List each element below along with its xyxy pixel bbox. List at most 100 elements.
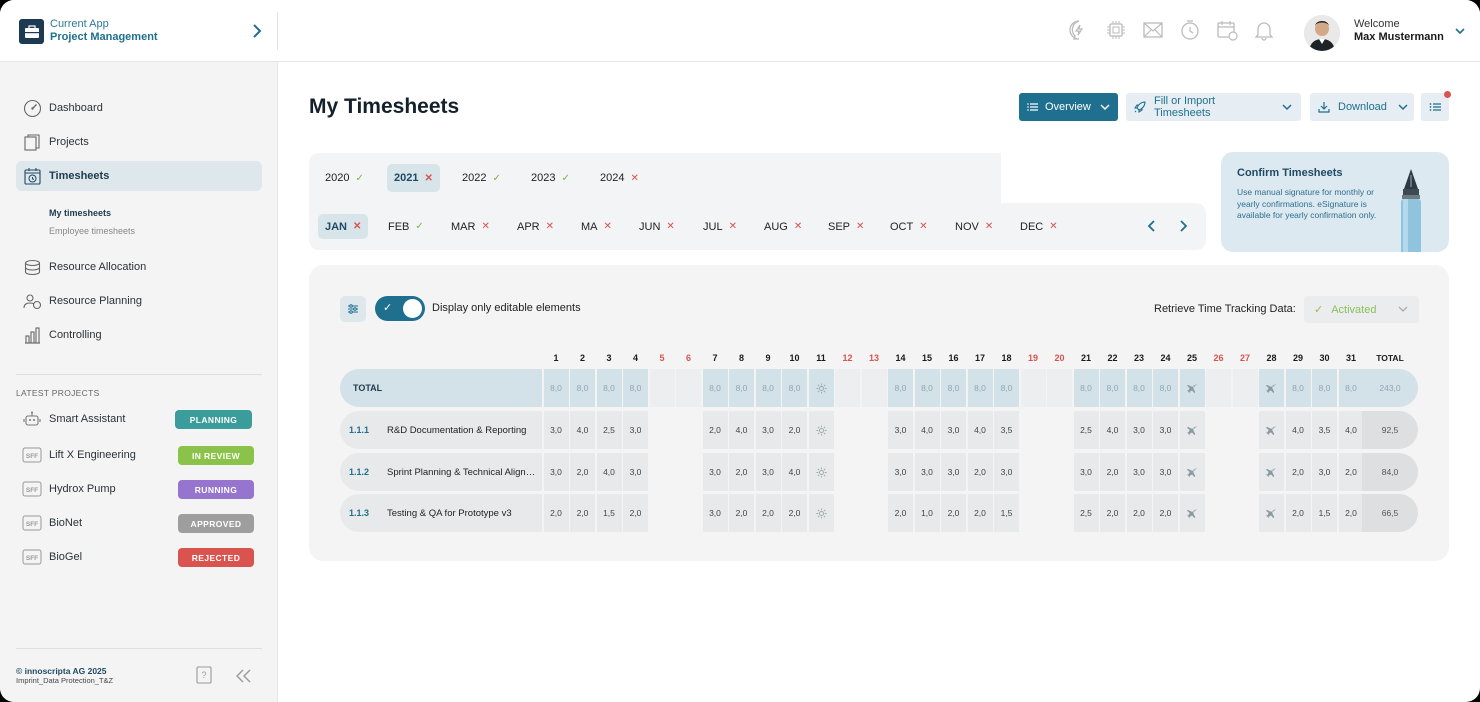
hours-cell[interactable]: 2,0 [1126, 494, 1152, 532]
hours-cell[interactable]: 3,0 [888, 453, 913, 491]
hours-cell[interactable]: 3,0 [623, 453, 648, 491]
hours-cell[interactable]: 4,0 [914, 411, 940, 449]
hours-cell[interactable]: 2,0 [1100, 494, 1125, 532]
filter-sliders-button[interactable] [340, 296, 366, 322]
retrieve-select[interactable]: ✓ Activated [1304, 296, 1419, 323]
hours-cell[interactable]: 1,5 [994, 494, 1019, 532]
month-chip-jul[interactable]: JUL ✕ [696, 214, 744, 239]
chat-bolt-icon[interactable] [1068, 19, 1090, 41]
hours-cell[interactable]: 2,0 [755, 494, 781, 532]
vacation-plane-icon[interactable] [1179, 494, 1205, 532]
hours-cell[interactable]: 4,0 [1338, 411, 1364, 449]
vacation-plane-icon[interactable] [1179, 411, 1205, 449]
hours-cell[interactable]: 3,0 [543, 453, 569, 491]
hours-cell[interactable]: 3,0 [941, 411, 966, 449]
month-chip-feb[interactable]: FEB ✓ [381, 214, 431, 239]
hours-cell[interactable]: 2,0 [1153, 494, 1178, 532]
month-chip-sep[interactable]: SEP ✕ [821, 214, 871, 239]
hours-cell[interactable]: 2,0 [1338, 494, 1364, 532]
hours-cell[interactable]: 4,0 [596, 453, 622, 491]
sidebar-item-controlling[interactable]: Controlling [16, 320, 262, 350]
vacation-plane-icon[interactable] [1259, 494, 1284, 532]
month-chip-jun[interactable]: JUN ✕ [632, 214, 682, 239]
hours-cell[interactable]: 2,0 [1100, 453, 1125, 491]
month-chip-nov[interactable]: NOV ✕ [948, 214, 1000, 239]
hours-cell[interactable]: 1,5 [1312, 494, 1337, 532]
hours-cell[interactable]: 3,0 [755, 453, 781, 491]
hours-cell[interactable]: 3,5 [1312, 411, 1337, 449]
hours-cell[interactable]: 2,0 [570, 453, 595, 491]
task-code[interactable]: 1.1.1 [349, 425, 377, 435]
year-chip-2023[interactable]: 2023 ✓ [524, 164, 577, 192]
vacation-plane-icon[interactable] [1259, 411, 1284, 449]
month-chip-mar[interactable]: MAR ✕ [444, 214, 497, 239]
fill-import-dropdown[interactable]: Fill or Import Timesheets [1126, 93, 1301, 121]
avatar[interactable] [1304, 15, 1340, 51]
help-book-icon[interactable]: ? [196, 666, 212, 684]
chevron-down-icon[interactable] [1454, 24, 1466, 36]
bell-icon[interactable] [1253, 19, 1275, 41]
confirm-timesheets-card[interactable]: Confirm Timesheets Use manual signature … [1221, 152, 1449, 252]
mail-icon[interactable] [1142, 19, 1164, 41]
sidebar-item-projects[interactable]: Projects [16, 127, 262, 157]
hours-cell[interactable]: 3,0 [1126, 453, 1152, 491]
hours-cell[interactable]: 3,0 [888, 411, 913, 449]
sidebar-item-resource-planning[interactable]: Resource Planning [16, 286, 262, 316]
hours-cell[interactable]: 3,0 [1073, 453, 1099, 491]
hours-cell[interactable]: 3,0 [543, 411, 569, 449]
hours-cell[interactable]: 1,0 [914, 494, 940, 532]
hours-cell[interactable]: 4,0 [570, 411, 595, 449]
hours-cell[interactable]: 1,5 [596, 494, 622, 532]
hours-cell[interactable]: 3,0 [702, 494, 728, 532]
holiday-sun-icon[interactable] [808, 494, 834, 532]
table-row[interactable]: 1.1.1 R&D Documentation & Reporting 3,0 4,0… [340, 411, 1418, 449]
hours-cell[interactable]: 3,0 [1312, 453, 1337, 491]
sidebar-item-timesheets[interactable]: Timesheets [16, 161, 262, 191]
hours-cell[interactable]: 3,0 [702, 453, 728, 491]
month-chip-ma[interactable]: MA ✕ [574, 214, 619, 239]
sub-item-employee-timesheets[interactable]: Employee timesheets [49, 226, 135, 236]
month-chip-jan[interactable]: JAN ✕ [318, 214, 369, 239]
next-arrow-icon[interactable] [1176, 218, 1190, 234]
hours-cell[interactable]: 3,0 [755, 411, 781, 449]
month-chip-oct[interactable]: OCT ✕ [883, 214, 935, 239]
holiday-sun-icon[interactable] [808, 453, 834, 491]
hours-cell[interactable]: 4,0 [1100, 411, 1125, 449]
footer-links[interactable]: Imprint_Data Protection_T&Z [16, 676, 113, 685]
hours-cell[interactable]: 3,0 [623, 411, 648, 449]
hours-cell[interactable]: 2,0 [967, 453, 993, 491]
sidebar-item-dashboard[interactable]: Dashboard [16, 93, 262, 123]
hours-cell[interactable]: 4,0 [729, 411, 754, 449]
hours-cell[interactable]: 2,0 [702, 411, 728, 449]
hours-cell[interactable]: 3,0 [914, 453, 940, 491]
hours-cell[interactable]: 2,0 [729, 494, 754, 532]
calendar-icon[interactable] [1216, 19, 1238, 41]
collapse-sidebar-icon[interactable] [233, 668, 253, 684]
hours-cell[interactable]: 2,0 [782, 494, 807, 532]
hours-cell[interactable]: 2,0 [967, 494, 993, 532]
table-row[interactable]: 1.1.2 Sprint Planning & Technical Alignme… [340, 453, 1418, 491]
month-chip-aug[interactable]: AUG ✕ [757, 214, 809, 239]
editable-toggle[interactable]: ✓ [375, 296, 425, 321]
vacation-plane-icon[interactable] [1259, 453, 1284, 491]
hours-cell[interactable]: 4,0 [967, 411, 993, 449]
chip-icon[interactable] [1105, 19, 1127, 41]
holiday-sun-icon[interactable] [808, 411, 834, 449]
hours-cell[interactable]: 2,0 [1285, 453, 1311, 491]
hours-cell[interactable]: 2,0 [570, 494, 595, 532]
hours-cell[interactable]: 2,0 [782, 411, 807, 449]
hours-cell[interactable]: 2,0 [729, 453, 754, 491]
sidebar-item-resource-allocation[interactable]: Resource Allocation [16, 252, 262, 282]
total-row[interactable]: TOTAL 8,0 8,0 8,0 8,0 8,0 8,0 8,0 8,0 8,0 8,0 8,0 8,… [340, 369, 1418, 407]
hours-cell[interactable]: 2,0 [941, 494, 966, 532]
table-row[interactable]: 1.1.3 Testing & QA for Prototype v3 2,0 2,0… [340, 494, 1418, 532]
year-chip-2020[interactable]: 2020 ✓ [318, 164, 371, 192]
hours-cell[interactable]: 2,0 [1285, 494, 1311, 532]
month-chip-apr[interactable]: APR ✕ [510, 214, 561, 239]
hours-cell[interactable]: 2,5 [1073, 494, 1099, 532]
clock-icon[interactable] [1179, 19, 1201, 41]
hours-cell[interactable]: 3,0 [994, 453, 1019, 491]
hours-cell[interactable]: 3,5 [994, 411, 1019, 449]
app-name[interactable]: Project Management [50, 31, 158, 43]
hours-cell[interactable]: 4,0 [782, 453, 807, 491]
